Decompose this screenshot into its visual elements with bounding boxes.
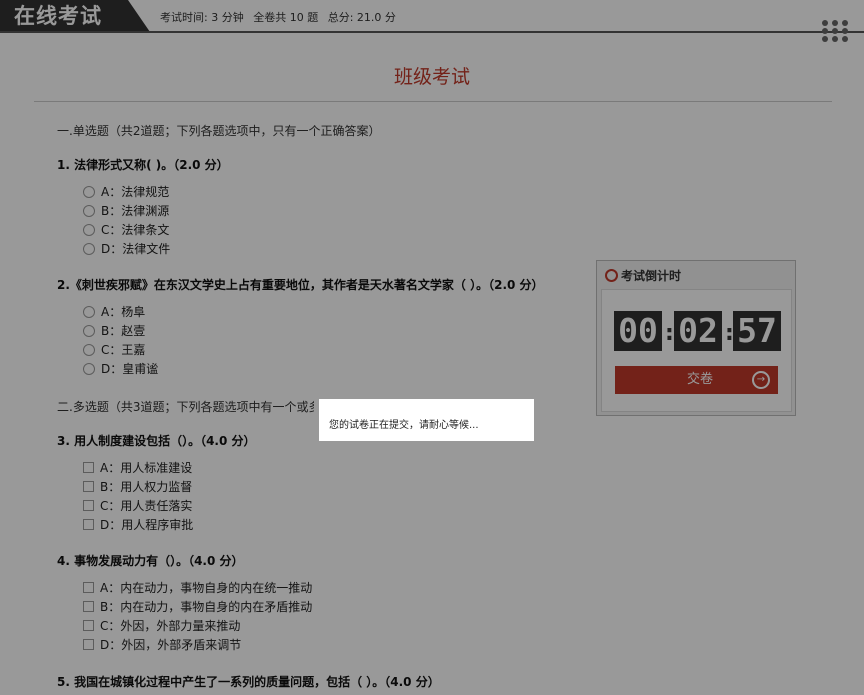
modal-overlay [0, 0, 864, 695]
submitting-dialog: 您的试卷正在提交，请耐心等候... [314, 394, 539, 446]
submitting-message: 您的试卷正在提交，请耐心等候... [329, 420, 479, 431]
